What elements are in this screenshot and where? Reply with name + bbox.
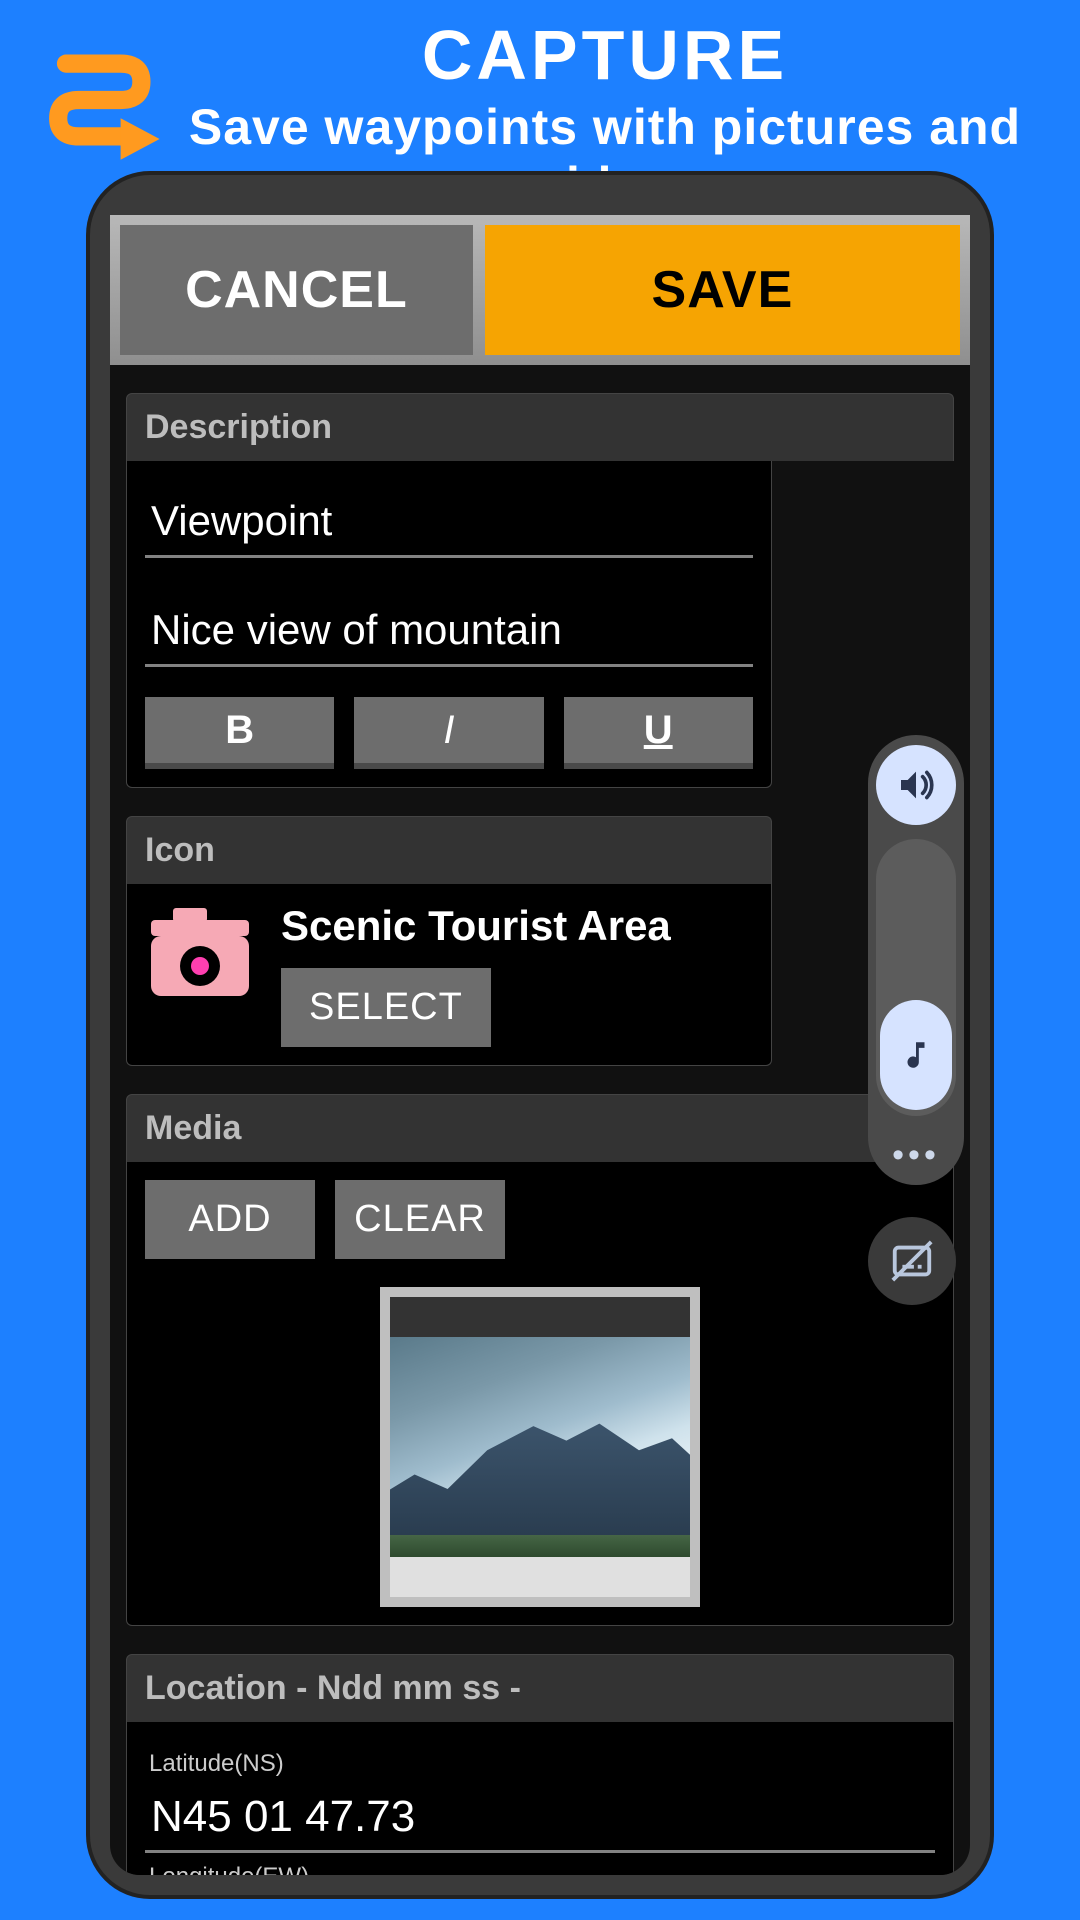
banner-title: CAPTURE [170, 20, 1040, 90]
select-icon-button[interactable]: SELECT [281, 968, 491, 1047]
volume-panel: ••• [868, 735, 964, 1185]
latitude-label: Latitude(NS) [149, 1750, 935, 1778]
thumbnail-frame-top [390, 1297, 690, 1337]
waypoint-title-input[interactable] [145, 479, 753, 558]
mountain-photo-icon [390, 1337, 690, 1557]
waypoint-body-input[interactable] [145, 588, 753, 667]
bold-button[interactable]: B [145, 697, 334, 769]
add-media-button[interactable]: ADD [145, 1180, 315, 1259]
app-logo-icon [40, 35, 170, 165]
media-section: ADD CLEAR [126, 1162, 954, 1626]
description-section-header: Description [126, 393, 954, 461]
camera-icon [145, 902, 255, 1002]
underline-button[interactable]: U [564, 697, 753, 769]
clear-media-button[interactable]: CLEAR [335, 1180, 505, 1259]
save-button[interactable]: SAVE [485, 225, 960, 355]
icon-section: Scenic Tourist Area SELECT [126, 884, 772, 1066]
media-thumbnail[interactable] [380, 1287, 700, 1607]
volume-slider[interactable] [876, 839, 956, 1116]
description-section: B I U [126, 461, 772, 788]
location-section-header: Location - Ndd mm ss - [126, 1654, 954, 1722]
action-bar: CANCEL SAVE [110, 215, 970, 365]
longitude-label: Longitude(EW) [149, 1863, 935, 1875]
speaker-icon[interactable] [876, 745, 956, 825]
device-frame: CANCEL SAVE Description B I U Icon [90, 175, 990, 1895]
latitude-input[interactable] [145, 1778, 935, 1853]
location-section: Latitude(NS) Longitude(EW) W79 10 33.15 [126, 1722, 954, 1875]
more-dots-icon[interactable]: ••• [892, 1136, 940, 1175]
music-note-icon [880, 1000, 952, 1110]
italic-button[interactable]: I [354, 697, 543, 769]
screen: CANCEL SAVE Description B I U Icon [110, 215, 970, 1875]
cancel-button[interactable]: CANCEL [120, 225, 473, 355]
icon-section-header: Icon [126, 816, 772, 884]
caption-off-icon[interactable] [868, 1217, 956, 1305]
media-section-header: Media [126, 1094, 954, 1162]
icon-name-label: Scenic Tourist Area [281, 902, 671, 950]
thumbnail-frame-bottom [390, 1557, 690, 1597]
